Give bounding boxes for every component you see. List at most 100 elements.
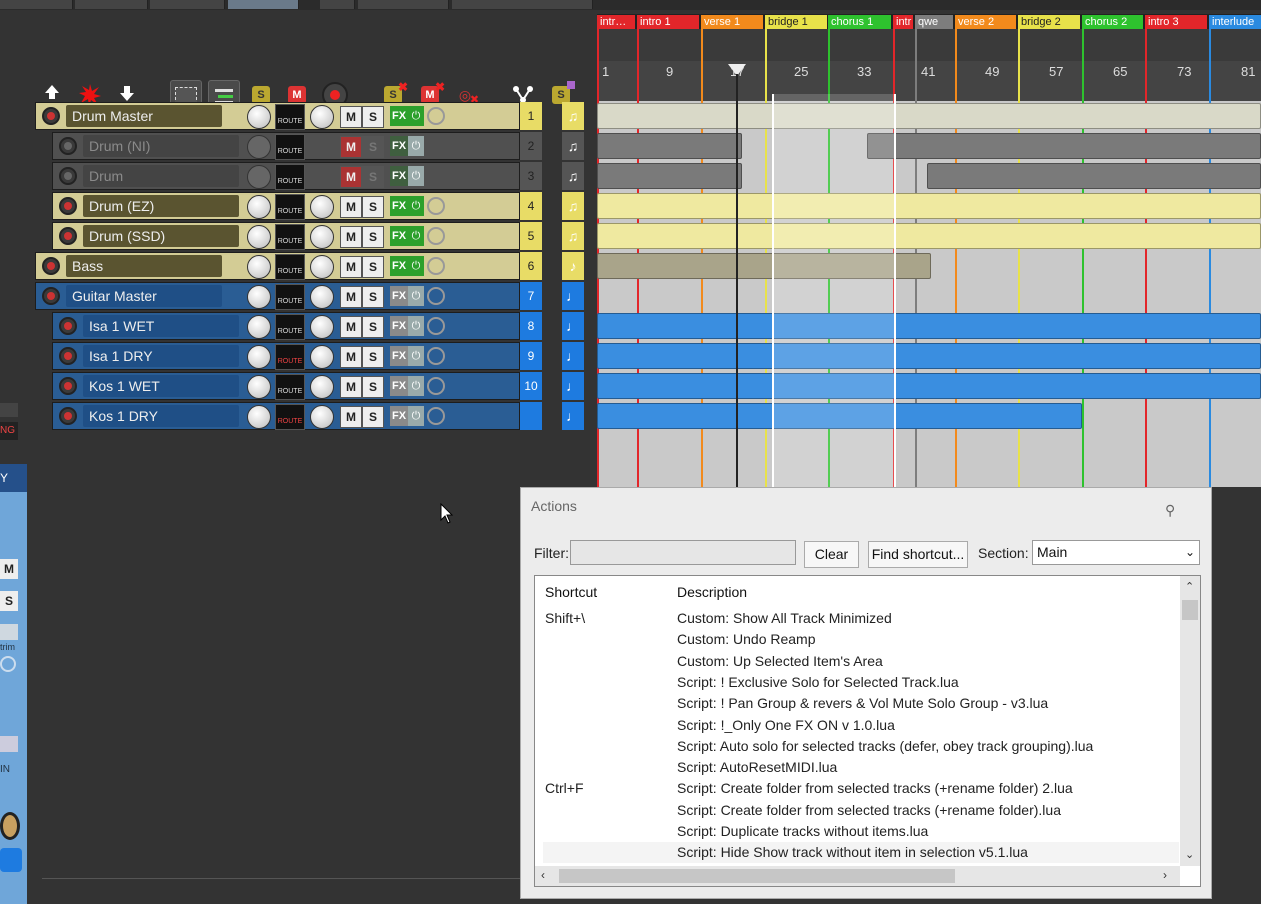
pan-knob[interactable] [310, 405, 334, 429]
phase-invert-icon[interactable] [427, 407, 445, 425]
route-button[interactable]: ROUTE [275, 104, 305, 130]
fx-button[interactable]: FX [390, 196, 408, 216]
solo-button[interactable]: S [362, 376, 384, 398]
volume-knob[interactable] [247, 225, 271, 249]
mute-button[interactable]: M [340, 316, 362, 338]
track-header[interactable]: Drum (EZ) ROUTE M S FX ⏻ [52, 192, 520, 220]
action-row[interactable]: Custom: Up Selected Item's Area [543, 651, 1179, 672]
tab-stub[interactable] [0, 0, 73, 9]
tab-stub-active[interactable] [228, 0, 299, 9]
action-row[interactable]: Script: Auto solo for selected tracks (d… [543, 736, 1179, 757]
volume-knob[interactable] [247, 285, 271, 309]
solo-button[interactable]: S [362, 256, 384, 278]
time-selection[interactable] [772, 94, 896, 487]
action-row[interactable]: Script: AutoResetMIDI.lua [543, 757, 1179, 778]
pan-knob[interactable] [310, 285, 334, 309]
tab-stub[interactable] [150, 0, 225, 9]
fx-bypass-icon[interactable]: ⏻ [408, 106, 424, 126]
solo-button[interactable]: S [362, 226, 384, 248]
track-header[interactable]: Drum (NI) ROUTE M S FX ⏻ [52, 132, 520, 160]
fx-button[interactable]: FX [390, 256, 408, 276]
track-name[interactable]: Drum Master [66, 105, 222, 127]
media-item[interactable] [597, 193, 1261, 219]
pan-knob[interactable] [310, 315, 334, 339]
record-arm-icon[interactable] [59, 347, 77, 365]
track-name[interactable]: Drum (NI) [83, 135, 239, 157]
record-arm-icon[interactable] [59, 137, 77, 155]
scroll-down-icon[interactable]: ⌄ [1185, 848, 1194, 861]
phase-invert-icon[interactable] [427, 197, 445, 215]
fx-bypass-icon[interactable]: ⏻ [408, 316, 424, 336]
column-header-description[interactable]: Description [677, 576, 747, 608]
region-marker[interactable]: qwe [915, 15, 953, 29]
action-row[interactable]: Script: Duplicate tracks without items.l… [543, 821, 1179, 842]
route-button[interactable]: ROUTE [275, 194, 305, 220]
track-name[interactable]: Isa 1 DRY [83, 345, 239, 367]
track-instrument-icon[interactable]: ♫ [562, 222, 584, 250]
fx-bypass-icon[interactable]: ⏻ [408, 226, 424, 246]
track-header[interactable]: Isa 1 DRY ROUTE M S FX ⏻ [52, 342, 520, 370]
fx-bypass-icon[interactable]: ⏻ [408, 286, 424, 306]
fx-bypass-icon[interactable]: ⏻ [408, 196, 424, 216]
media-item[interactable] [597, 163, 742, 189]
phase-invert-icon[interactable] [427, 257, 445, 275]
find-shortcut-button[interactable]: Find shortcut... [868, 541, 968, 568]
fx-bypass-icon[interactable]: ⏻ [408, 406, 424, 426]
track-instrument-icon[interactable]: ♫ [562, 192, 584, 220]
route-button[interactable]: ROUTE [275, 314, 305, 340]
volume-knob[interactable] [247, 405, 271, 429]
fx-button[interactable]: FX [390, 166, 408, 186]
phase-invert-icon[interactable] [427, 287, 445, 305]
tab-stub[interactable] [320, 0, 355, 9]
tab-stub[interactable] [75, 0, 148, 9]
media-item[interactable] [927, 163, 1261, 189]
media-item[interactable] [597, 223, 1261, 249]
pan-knob[interactable] [310, 225, 334, 249]
record-arm-icon[interactable] [59, 377, 77, 395]
media-item[interactable] [597, 373, 1261, 399]
action-row[interactable]: Script: Hide Show track without item in … [543, 842, 1179, 864]
mute-button[interactable]: M [340, 346, 362, 368]
volume-knob[interactable] [247, 135, 271, 159]
mute-button[interactable]: M [340, 256, 362, 278]
record-arm-icon[interactable] [59, 197, 77, 215]
mute-button[interactable]: M [340, 286, 362, 308]
record-arm-icon[interactable] [59, 167, 77, 185]
solo-button[interactable]: S [362, 196, 384, 218]
route-button[interactable]: ROUTE [275, 254, 305, 280]
region-marker[interactable]: intro 3 [1145, 15, 1207, 29]
fx-button[interactable]: FX [390, 226, 408, 246]
media-item[interactable] [597, 133, 742, 159]
region-marker[interactable]: intr… [597, 15, 635, 29]
fx-bypass-icon[interactable]: ⏻ [408, 346, 424, 366]
volume-knob[interactable] [247, 375, 271, 399]
track-name[interactable]: Drum (EZ) [83, 195, 239, 217]
track-instrument-icon[interactable]: ♩ [562, 342, 584, 370]
mute-button[interactable]: M [340, 376, 362, 398]
region-marker[interactable]: verse 1 [701, 15, 763, 29]
region-marker[interactable]: chorus 1 [828, 15, 891, 29]
solo-button[interactable]: S [362, 346, 384, 368]
media-item[interactable] [597, 343, 1261, 369]
track-name[interactable]: Guitar Master [66, 285, 222, 307]
media-item[interactable] [867, 133, 1261, 159]
stub-phase-icon[interactable] [0, 656, 16, 672]
action-row[interactable]: Script: ! Pan Group & revers & Vol Mute … [543, 693, 1179, 714]
pan-knob[interactable] [310, 105, 334, 129]
record-arm-icon[interactable] [42, 287, 60, 305]
record-arm-icon[interactable] [59, 317, 77, 335]
phase-invert-icon[interactable] [427, 317, 445, 335]
pan-knob[interactable] [310, 255, 334, 279]
vertical-scrollbar[interactable]: ⌃ ⌄ [1180, 576, 1200, 866]
track-instrument-icon[interactable]: ♫ [562, 102, 584, 130]
region-marker[interactable]: intro 1 [637, 15, 699, 29]
pan-knob[interactable] [310, 195, 334, 219]
track-name[interactable]: Isa 1 WET [83, 315, 239, 337]
fx-button[interactable]: FX [390, 346, 408, 366]
mute-button[interactable]: M [340, 136, 362, 158]
route-button[interactable]: ROUTE [275, 284, 305, 310]
volume-knob[interactable] [247, 315, 271, 339]
track-name[interactable]: Bass [66, 255, 222, 277]
track-name[interactable]: Drum (SSD) [83, 225, 239, 247]
tab-stub[interactable] [452, 0, 593, 9]
